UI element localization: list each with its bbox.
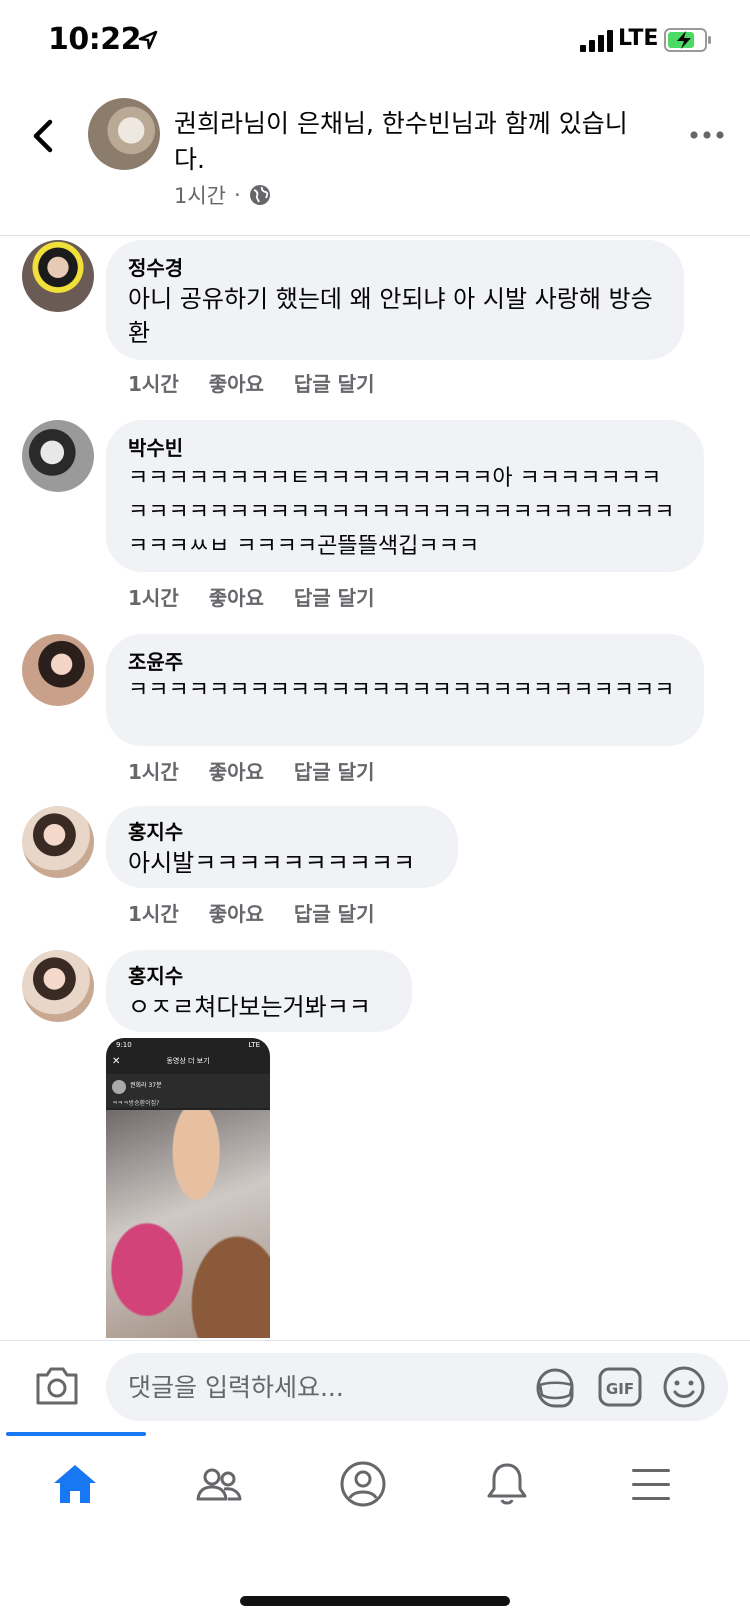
video-caption: ㅋㅋㅋ방승환이집? bbox=[112, 1100, 160, 1107]
comment-time: 1시간 bbox=[128, 372, 179, 396]
post-title[interactable]: 권희라님이 은채님, 한수빈님과 함께 있습니다. bbox=[174, 106, 654, 178]
comment-text: ㅋㅋㅋㅋㅋㅋㅋㅋㅋㅋㅋㅋㅋㅋㅋㅋㅋㅋㅋㅋㅋㅋㅋㅋㅋㅋㅋ bbox=[128, 678, 675, 703]
commenter-name[interactable]: 정수경 bbox=[128, 254, 660, 282]
video-author-name: 권희라 37분 bbox=[130, 1080, 162, 1089]
commenter-avatar[interactable] bbox=[22, 420, 94, 492]
video-status-network: LTE bbox=[248, 1041, 260, 1049]
shared-video-thumbnail[interactable]: 9:10 LTE ✕ 동영상 더 보기 권희라 37분 ㅋㅋㅋ방승환이집? bbox=[106, 1038, 270, 1338]
post-meta-separator: · bbox=[234, 183, 241, 207]
reply-button[interactable]: 답글 달기 bbox=[294, 368, 375, 397]
commenter-avatar[interactable] bbox=[22, 806, 94, 878]
sticker-icon[interactable] bbox=[532, 1365, 578, 1411]
network-label: LTE bbox=[618, 26, 659, 51]
comment-bubble[interactable]: 정수경 아니 공유하기 했는데 왜 안되냐 아 시발 사랑해 방승환 bbox=[106, 240, 684, 360]
comment-text: 아니 공유하기 했는데 왜 안되냐 아 시발 사랑해 방승환 bbox=[128, 285, 653, 347]
video-author: 권희라 bbox=[130, 1082, 147, 1089]
camera-icon[interactable] bbox=[34, 1365, 80, 1407]
commenter-name[interactable]: 조윤주 bbox=[128, 648, 680, 676]
globe-icon bbox=[249, 185, 270, 205]
tab-menu[interactable] bbox=[576, 1444, 726, 1524]
comment-text: ㅇㅈㄹ쳐다보는거봐ㅋㅋ bbox=[128, 993, 371, 1021]
status-time: 10:22 bbox=[48, 22, 142, 57]
video-frame-image bbox=[106, 1110, 270, 1338]
post-author-avatar[interactable] bbox=[88, 98, 160, 170]
post-header: 권희라님이 은채님, 한수빈님과 함께 있습니다. 1시간 · bbox=[0, 84, 750, 236]
commenter-avatar[interactable] bbox=[22, 950, 94, 1022]
location-arrow-icon bbox=[138, 30, 158, 50]
video-post-header: 권희라 37분 ㅋㅋㅋ방승환이집? bbox=[106, 1074, 270, 1108]
comment-bubble[interactable]: 박수빈 ㅋㅋㅋㅋㅋㅋㅋㅋㅌㅋㅋㅋㅋㅋㅋㅋㅋㅋ아 ㅋㅋㅋㅋㅋㅋㅋㅋㅋㅋㅋㅋㅋㅋㅋㅋ… bbox=[106, 420, 704, 572]
like-button[interactable]: 좋아요 bbox=[209, 756, 264, 785]
comment-bubble[interactable]: 조윤주 ㅋㅋㅋㅋㅋㅋㅋㅋㅋㅋㅋㅋㅋㅋㅋㅋㅋㅋㅋㅋㅋㅋㅋㅋㅋㅋㅋ bbox=[106, 634, 704, 746]
tab-friends[interactable] bbox=[144, 1444, 294, 1524]
comment-time: 1시간 bbox=[128, 902, 179, 926]
commenter-name[interactable]: 홍지수 bbox=[128, 818, 434, 846]
reply-button[interactable]: 답글 달기 bbox=[294, 756, 375, 785]
comment-time: 1시간 bbox=[128, 760, 179, 784]
menu-icon bbox=[632, 1469, 670, 1500]
comment-actions: 1시간 좋아요 답글 달기 bbox=[128, 368, 405, 397]
emoji-icon[interactable] bbox=[662, 1365, 706, 1409]
comment-bubble[interactable]: 홍지수 ㅇㅈㄹ쳐다보는거봐ㅋㅋ bbox=[106, 950, 412, 1032]
video-status-bar: 9:10 LTE bbox=[106, 1038, 270, 1052]
gif-label: GIF bbox=[606, 1380, 634, 1398]
comment-bubble[interactable]: 홍지수 아시발ㅋㅋㅋㅋㅋㅋㅋㅋㅋㅋ bbox=[106, 806, 458, 888]
like-button[interactable]: 좋아요 bbox=[209, 368, 264, 397]
comment-text: ㅋㅋㅋㅋㅋㅋㅋㅋㅌㅋㅋㅋㅋㅋㅋㅋㅋㅋ아 ㅋㅋㅋㅋㅋㅋㅋㅋㅋㅋㅋㅋㅋㅋㅋㅋㅋㅋㅋㅋ… bbox=[128, 466, 675, 559]
post-meta: 1시간 · bbox=[174, 180, 271, 210]
video-status-time: 9:10 bbox=[116, 1041, 132, 1049]
reply-button[interactable]: 답글 달기 bbox=[294, 898, 375, 927]
comment-actions: 1시간 좋아요 답글 달기 bbox=[128, 756, 405, 785]
more-icon[interactable] bbox=[690, 130, 724, 140]
comment-composer: GIF bbox=[0, 1340, 750, 1432]
comment-actions: 1시간 좋아요 답글 달기 bbox=[128, 582, 405, 611]
video-meta: 37분 bbox=[148, 1082, 162, 1089]
status-bar: 10:22 LTE bbox=[0, 0, 750, 84]
battery-charging-icon bbox=[664, 28, 711, 52]
bottom-nav bbox=[0, 1432, 750, 1532]
active-tab-indicator bbox=[6, 1432, 146, 1436]
reply-button[interactable]: 답글 달기 bbox=[294, 582, 375, 611]
tab-notifications[interactable] bbox=[432, 1444, 582, 1524]
home-indicator bbox=[240, 1596, 510, 1606]
bell-icon bbox=[487, 1463, 527, 1505]
signal-icon bbox=[580, 30, 613, 52]
comment-time: 1시간 bbox=[128, 586, 179, 610]
like-button[interactable]: 좋아요 bbox=[209, 582, 264, 611]
back-icon[interactable] bbox=[28, 116, 58, 156]
profile-icon bbox=[340, 1461, 386, 1507]
tab-profile[interactable] bbox=[288, 1444, 438, 1524]
commenter-avatar[interactable] bbox=[22, 240, 94, 312]
gif-icon[interactable]: GIF bbox=[598, 1367, 642, 1407]
video-author-avatar bbox=[112, 1080, 126, 1094]
commenter-avatar[interactable] bbox=[22, 634, 94, 706]
video-title: 동영상 더 보기 bbox=[166, 1057, 210, 1065]
post-time: 1시간 bbox=[174, 184, 227, 208]
tab-home[interactable] bbox=[0, 1444, 150, 1524]
commenter-name[interactable]: 홍지수 bbox=[128, 962, 388, 990]
commenter-name[interactable]: 박수빈 bbox=[128, 434, 680, 462]
friends-icon bbox=[196, 1468, 242, 1501]
comment-actions: 1시간 좋아요 답글 달기 bbox=[128, 898, 405, 927]
like-button[interactable]: 좋아요 bbox=[209, 898, 264, 927]
comment-text: 아시발ㅋㅋㅋㅋㅋㅋㅋㅋㅋㅋ bbox=[128, 849, 416, 877]
home-icon bbox=[54, 1465, 96, 1503]
